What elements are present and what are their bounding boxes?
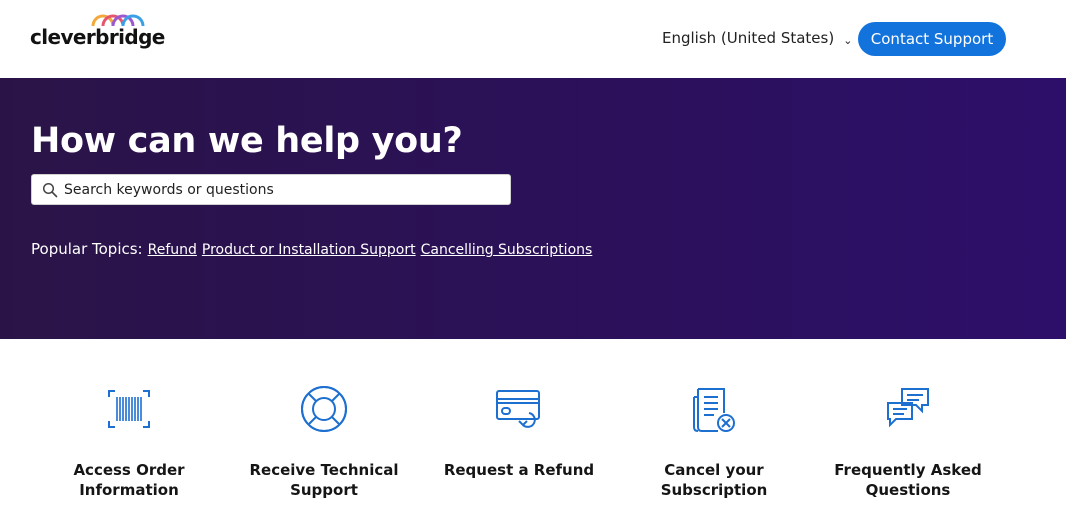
card-label: Receive Technical Support bbox=[249, 461, 399, 499]
search-input[interactable] bbox=[58, 175, 510, 204]
language-selector[interactable]: English (United States) ⌄ bbox=[662, 29, 852, 47]
card-faq[interactable]: Frequently Asked Questions bbox=[823, 339, 993, 520]
card-label: Request a Refund bbox=[443, 461, 595, 479]
contact-support-button[interactable]: Contact Support bbox=[858, 22, 1006, 56]
logo-text: cleverbridge bbox=[30, 25, 165, 49]
chat-bubbles-icon bbox=[887, 388, 929, 428]
chevron-down-icon: ⌄ bbox=[843, 33, 853, 47]
topic-link-product-support[interactable]: Product or Installation Support bbox=[202, 242, 416, 258]
card-request-refund[interactable]: Request a Refund bbox=[434, 339, 604, 520]
cleverbridge-logo[interactable]: cleverbridge bbox=[30, 12, 165, 56]
refund-card-icon bbox=[496, 390, 540, 428]
card-label: Frequently Asked Questions bbox=[834, 461, 982, 499]
barcode-icon bbox=[108, 390, 150, 428]
popular-topics-label: Popular Topics: bbox=[31, 240, 143, 258]
search-bar[interactable] bbox=[31, 174, 511, 205]
popular-topics: Popular Topics: Refund Product or Installa… bbox=[31, 240, 592, 258]
topic-link-refund[interactable]: Refund bbox=[148, 242, 197, 258]
card-cancel-subscription[interactable]: Cancel your Subscription bbox=[629, 339, 799, 520]
page-title: How can we help you? bbox=[31, 121, 463, 161]
card-label: Cancel your Subscription bbox=[660, 461, 768, 499]
card-technical-support[interactable]: Receive Technical Support bbox=[239, 339, 409, 520]
cancel-document-icon bbox=[693, 388, 735, 432]
header: cleverbridge English (United States) ⌄ C… bbox=[0, 0, 1066, 78]
language-label: English (United States) bbox=[662, 29, 835, 47]
card-label: Access Order Information bbox=[73, 461, 185, 499]
card-access-order[interactable]: Access Order Information bbox=[44, 339, 214, 520]
hero-banner: How can we help you? Popular Topics: Refu… bbox=[0, 78, 1066, 339]
lifebuoy-icon bbox=[300, 385, 348, 433]
help-categories: Access Order Information Receive Technic… bbox=[0, 339, 1066, 520]
topic-link-cancelling-subscriptions[interactable]: Cancelling Subscriptions bbox=[421, 242, 593, 258]
search-icon bbox=[42, 182, 58, 197]
